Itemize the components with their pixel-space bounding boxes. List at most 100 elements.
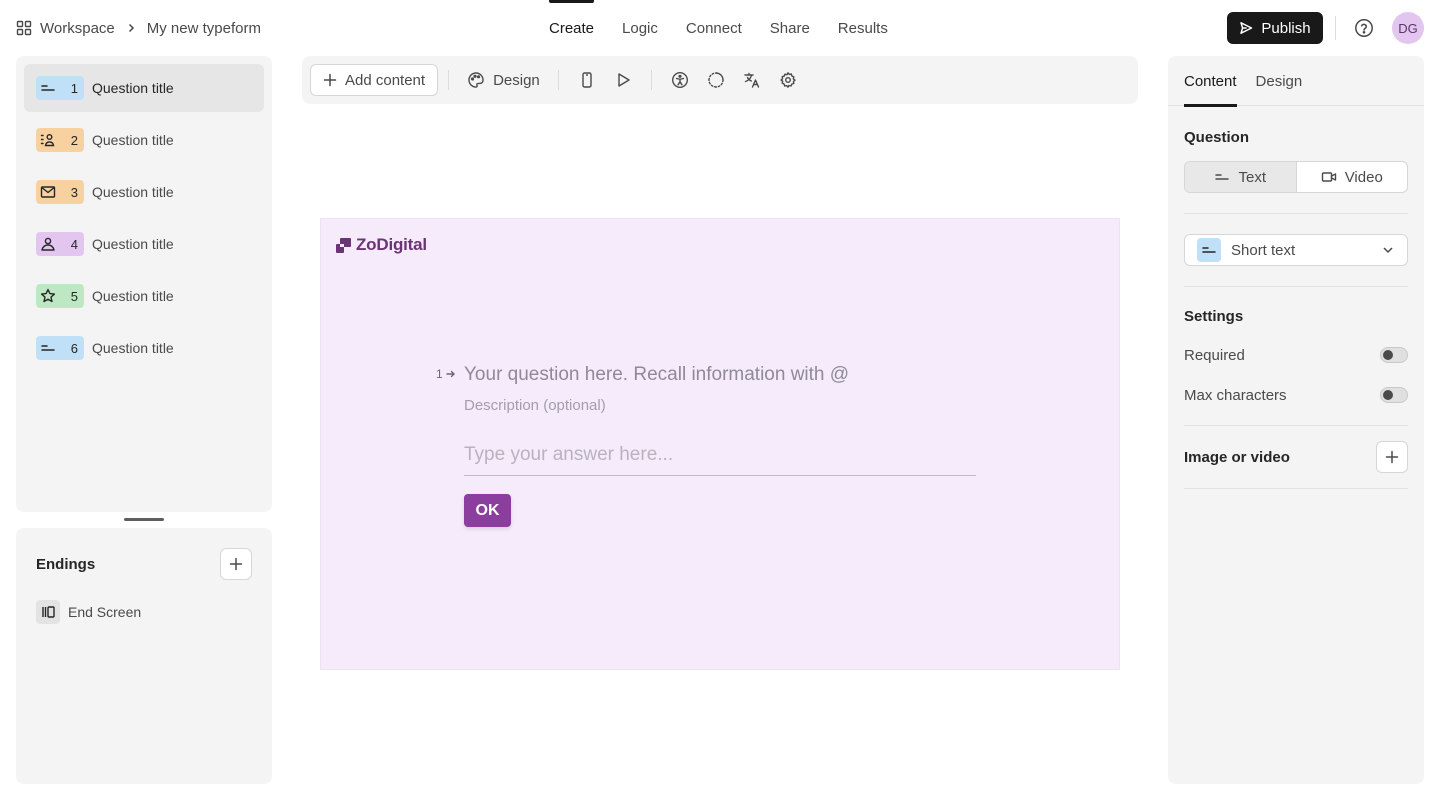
question-list-item[interactable]: 4 Question title — [24, 220, 264, 268]
format-text-option[interactable]: Text — [1185, 162, 1296, 192]
contact-info-icon — [40, 132, 56, 148]
short-text-icon — [1214, 169, 1230, 185]
question-number: 2 — [70, 132, 78, 148]
question-title: Question title — [92, 132, 174, 148]
question-title: Question title — [92, 340, 174, 356]
main-nav-tabs: Create Logic Connect Share Results — [535, 0, 902, 56]
top-bar: Workspace My new typeform Create Logic C… — [0, 0, 1440, 56]
tab-content[interactable]: Content — [1184, 56, 1237, 107]
question-text-input[interactable]: Your question here. Recall information w… — [464, 364, 849, 386]
format-video-label: Video — [1344, 168, 1383, 186]
tab-logic[interactable]: Logic — [608, 0, 672, 56]
question-number: 1 — [70, 80, 78, 96]
brand-logo: ZoDigital — [335, 235, 427, 255]
question-number-indicator: 1 — [436, 367, 456, 381]
endings-panel: Endings End Screen — [16, 528, 272, 784]
mobile-preview-icon[interactable] — [569, 64, 605, 96]
ending-item[interactable]: End Screen — [36, 600, 252, 624]
question-title: Question title — [92, 184, 174, 200]
star-icon — [40, 288, 56, 304]
translate-icon[interactable] — [734, 64, 770, 96]
section-divider — [1184, 286, 1408, 287]
question-title: Question title — [92, 236, 174, 252]
max-characters-label: Max characters — [1184, 386, 1287, 404]
plus-icon — [1385, 450, 1399, 464]
chevron-down-icon — [1381, 243, 1395, 257]
avatar[interactable]: DG — [1392, 12, 1424, 44]
ok-button[interactable]: OK — [464, 494, 511, 527]
add-media-button[interactable] — [1376, 441, 1408, 473]
section-divider — [1184, 425, 1408, 426]
short-text-icon — [40, 340, 56, 356]
loading-icon[interactable] — [698, 64, 734, 96]
settings-icon[interactable] — [770, 64, 806, 96]
question-badge: 5 — [36, 284, 84, 308]
toolbar-divider — [557, 70, 559, 90]
section-divider — [1184, 213, 1408, 214]
publish-label: Publish — [1261, 19, 1311, 37]
workspace-grid-icon[interactable] — [16, 20, 32, 36]
tab-connect[interactable]: Connect — [672, 0, 756, 56]
plus-icon — [323, 73, 337, 87]
max-characters-toggle[interactable] — [1380, 387, 1408, 403]
section-divider — [1184, 488, 1408, 489]
settings-title: Settings — [1184, 308, 1244, 325]
answer-input[interactable]: Type your answer here... — [464, 444, 976, 476]
question-number: 4 — [70, 236, 78, 252]
header-divider — [1335, 16, 1336, 40]
question-list-item[interactable]: 3 Question title — [24, 168, 264, 216]
description-input[interactable]: Description (optional) — [464, 397, 606, 414]
question-badge: 3 — [36, 180, 84, 204]
required-label: Required — [1184, 346, 1245, 364]
required-toggle[interactable] — [1380, 347, 1408, 363]
panel-resize-handle[interactable] — [124, 518, 164, 521]
end-screen-icon — [36, 600, 60, 624]
accessibility-icon[interactable] — [662, 64, 698, 96]
question-list-item[interactable]: 6 Question title — [24, 324, 264, 372]
add-content-button[interactable]: Add content — [310, 64, 439, 96]
form-preview: ZoDigital 1 Your question here. Recall i… — [320, 218, 1120, 670]
help-icon[interactable] — [1353, 17, 1375, 39]
question-title: Question title — [92, 80, 174, 96]
ending-label: End Screen — [68, 604, 142, 620]
question-list-item[interactable]: 2 Question title — [24, 116, 264, 164]
publish-button[interactable]: Publish — [1227, 12, 1323, 44]
question-badge: 1 — [36, 76, 84, 100]
short-text-icon — [40, 80, 56, 96]
tab-create[interactable]: Create — [535, 0, 608, 56]
design-button[interactable]: Design — [459, 64, 548, 96]
question-number: 3 — [70, 184, 78, 200]
breadcrumb-workspace[interactable]: Workspace — [40, 20, 115, 37]
format-text-label: Text — [1238, 168, 1266, 186]
question-list-panel: 1 Question title 2 Question title 3 Ques… — [16, 56, 272, 512]
tab-results[interactable]: Results — [824, 0, 902, 56]
breadcrumb-form-name[interactable]: My new typeform — [147, 20, 261, 37]
send-icon — [1239, 21, 1253, 35]
tab-share[interactable]: Share — [756, 0, 824, 56]
question-list-item[interactable]: 1 Question title — [24, 64, 264, 112]
preview-question-number: 1 — [436, 367, 443, 381]
toolbar-divider — [650, 70, 652, 90]
email-icon — [40, 184, 56, 200]
question-number: 6 — [70, 340, 78, 356]
question-format-toggle: Text Video — [1184, 161, 1408, 193]
image-or-video-label: Image or video — [1184, 448, 1290, 466]
brand-name: ZoDigital — [356, 235, 427, 254]
plus-icon — [229, 557, 243, 571]
person-icon — [40, 236, 56, 252]
tab-design[interactable]: Design — [1256, 56, 1303, 106]
add-ending-button[interactable] — [220, 548, 252, 580]
format-video-option[interactable]: Video — [1295, 162, 1408, 192]
endings-title: Endings — [36, 555, 96, 573]
editor-toolbar: Add content Design — [302, 56, 1138, 104]
chevron-right-icon — [125, 22, 137, 34]
play-icon[interactable] — [605, 64, 641, 96]
video-icon — [1321, 169, 1337, 185]
question-type-label: Short text — [1231, 241, 1296, 259]
question-list-item[interactable]: 5 Question title — [24, 272, 264, 320]
question-title: Question title — [92, 288, 174, 304]
question-badge: 2 — [36, 128, 84, 152]
question-type-select[interactable]: Short text — [1184, 234, 1408, 266]
question-number: 5 — [70, 288, 78, 304]
image-or-video-row: Image or video — [1184, 441, 1408, 473]
